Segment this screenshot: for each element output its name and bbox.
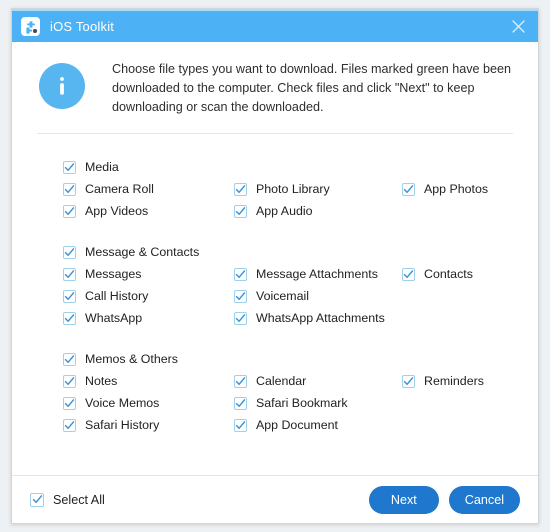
checkbox-box — [63, 182, 76, 196]
file-type-checkbox[interactable]: App Videos — [63, 200, 148, 222]
file-type-label: Voice Memos — [85, 396, 160, 410]
checkbox-box — [63, 352, 76, 366]
next-button[interactable]: Next — [368, 485, 439, 514]
file-type-checkbox[interactable]: Safari Bookmark — [234, 392, 348, 414]
file-type-row: Messages Message Attachments Contacts — [12, 263, 538, 285]
footer-buttons: Next Cancel — [368, 485, 520, 514]
group-header-row: Media — [12, 156, 538, 178]
file-type-label: Photo Library — [256, 182, 330, 196]
file-type-row: Camera Roll Photo Library App Photos — [12, 178, 538, 200]
select-all-checkbox[interactable]: Select All — [30, 492, 105, 507]
file-type-row: Notes Calendar Reminders — [12, 370, 538, 392]
file-type-label: Reminders — [424, 374, 484, 388]
checkbox-box — [234, 182, 247, 196]
file-type-groups: Media Camera Roll Photo Library App Photos A… — [12, 134, 538, 475]
cancel-button[interactable]: Cancel — [448, 485, 520, 514]
checkbox-box — [234, 267, 247, 281]
file-type-label: Safari History — [85, 418, 160, 432]
file-type-label: App Photos — [424, 182, 489, 196]
select-all-label: Select All — [53, 492, 105, 507]
file-type-label: Message Attachments — [256, 267, 378, 281]
checkbox-box — [402, 267, 415, 281]
app-icon — [21, 17, 40, 36]
checkbox-box — [234, 311, 247, 325]
file-type-checkbox[interactable]: App Audio — [234, 200, 313, 222]
dialog-window: iOS Toolkit Choose file types you want t… — [11, 8, 539, 524]
checkbox-box — [63, 289, 76, 303]
checkbox-box — [63, 267, 76, 281]
file-type-checkbox[interactable]: Notes — [63, 370, 117, 392]
file-type-label: Calendar — [256, 374, 307, 388]
group-header-row: Memos & Others — [12, 348, 538, 370]
file-type-label: Notes — [85, 374, 118, 388]
file-type-checkbox[interactable]: Safari History — [63, 414, 159, 436]
file-type-checkbox[interactable]: Calendar — [234, 370, 306, 392]
group-header-checkbox[interactable]: Message & Contacts — [63, 241, 199, 263]
file-type-checkbox[interactable]: WhatsApp Attachments — [234, 307, 385, 329]
file-type-label: WhatsApp — [85, 311, 143, 325]
file-type-checkbox[interactable]: Camera Roll — [63, 178, 154, 200]
checkbox-box — [63, 374, 76, 388]
file-type-label: Voicemail — [256, 289, 310, 303]
file-type-checkbox[interactable]: Reminders — [402, 370, 484, 392]
file-type-label: Messages — [85, 267, 142, 281]
checkbox-box — [63, 160, 76, 174]
checkbox-box — [234, 374, 247, 388]
info-header: Choose file types you want to download. … — [12, 42, 538, 117]
file-type-label: App Videos — [85, 204, 149, 218]
file-type-checkbox[interactable]: Voicemail — [234, 285, 309, 307]
checkbox-box — [63, 245, 76, 259]
group-media: Media Camera Roll Photo Library App Photos A… — [12, 156, 538, 222]
checkbox-box — [234, 204, 247, 218]
close-icon[interactable] — [507, 16, 529, 38]
file-type-checkbox[interactable]: App Document — [234, 414, 338, 436]
file-type-label: App Audio — [256, 204, 313, 218]
group-memos-others: Memos & Others Notes Calendar Reminders Voic… — [12, 348, 538, 436]
file-type-row: Call History Voicemail — [12, 285, 538, 307]
file-type-checkbox[interactable]: Messages — [63, 263, 141, 285]
checkbox-box — [63, 418, 76, 432]
title-bar: iOS Toolkit — [12, 9, 538, 42]
file-type-checkbox[interactable]: Call History — [63, 285, 148, 307]
checkbox-box — [30, 492, 44, 507]
info-icon — [39, 63, 85, 109]
checkbox-box — [63, 311, 76, 325]
file-type-label: Contacts — [424, 267, 473, 281]
file-type-label: WhatsApp Attachments — [256, 311, 385, 325]
group-header-label: Message & Contacts — [85, 245, 200, 259]
group-header-checkbox[interactable]: Memos & Others — [63, 348, 178, 370]
file-type-checkbox[interactable]: Voice Memos — [63, 392, 159, 414]
file-type-checkbox[interactable]: WhatsApp — [63, 307, 142, 329]
info-message: Choose file types you want to download. … — [112, 62, 512, 114]
dialog-footer: Select All Next Cancel — [12, 476, 538, 523]
file-type-checkbox[interactable]: Contacts — [402, 263, 473, 285]
checkbox-box — [234, 289, 247, 303]
group-header-label: Media — [85, 160, 119, 174]
file-type-row: Safari History App Document — [12, 414, 538, 436]
file-type-label: Safari Bookmark — [256, 396, 348, 410]
file-type-checkbox[interactable]: Photo Library — [234, 178, 330, 200]
checkbox-box — [63, 396, 76, 410]
window-title: iOS Toolkit — [50, 19, 115, 34]
group-header-row: Message & Contacts — [12, 241, 538, 263]
checkbox-box — [402, 182, 415, 196]
checkbox-box — [63, 204, 76, 218]
checkbox-box — [234, 396, 247, 410]
file-type-row: App Videos App Audio — [12, 200, 538, 222]
checkbox-box — [234, 418, 247, 432]
group-message-contacts: Message & Contacts Messages Message Attach… — [12, 241, 538, 329]
checkbox-box — [402, 374, 415, 388]
group-header-checkbox[interactable]: Media — [63, 156, 119, 178]
file-type-checkbox[interactable]: Message Attachments — [234, 263, 378, 285]
file-type-checkbox[interactable]: App Photos — [402, 178, 488, 200]
file-type-label: Call History — [85, 289, 149, 303]
file-type-row: Voice Memos Safari Bookmark — [12, 392, 538, 414]
file-type-label: App Document — [256, 418, 338, 432]
file-type-row: WhatsApp WhatsApp Attachments — [12, 307, 538, 329]
file-type-label: Camera Roll — [85, 182, 154, 196]
group-header-label: Memos & Others — [85, 352, 178, 366]
